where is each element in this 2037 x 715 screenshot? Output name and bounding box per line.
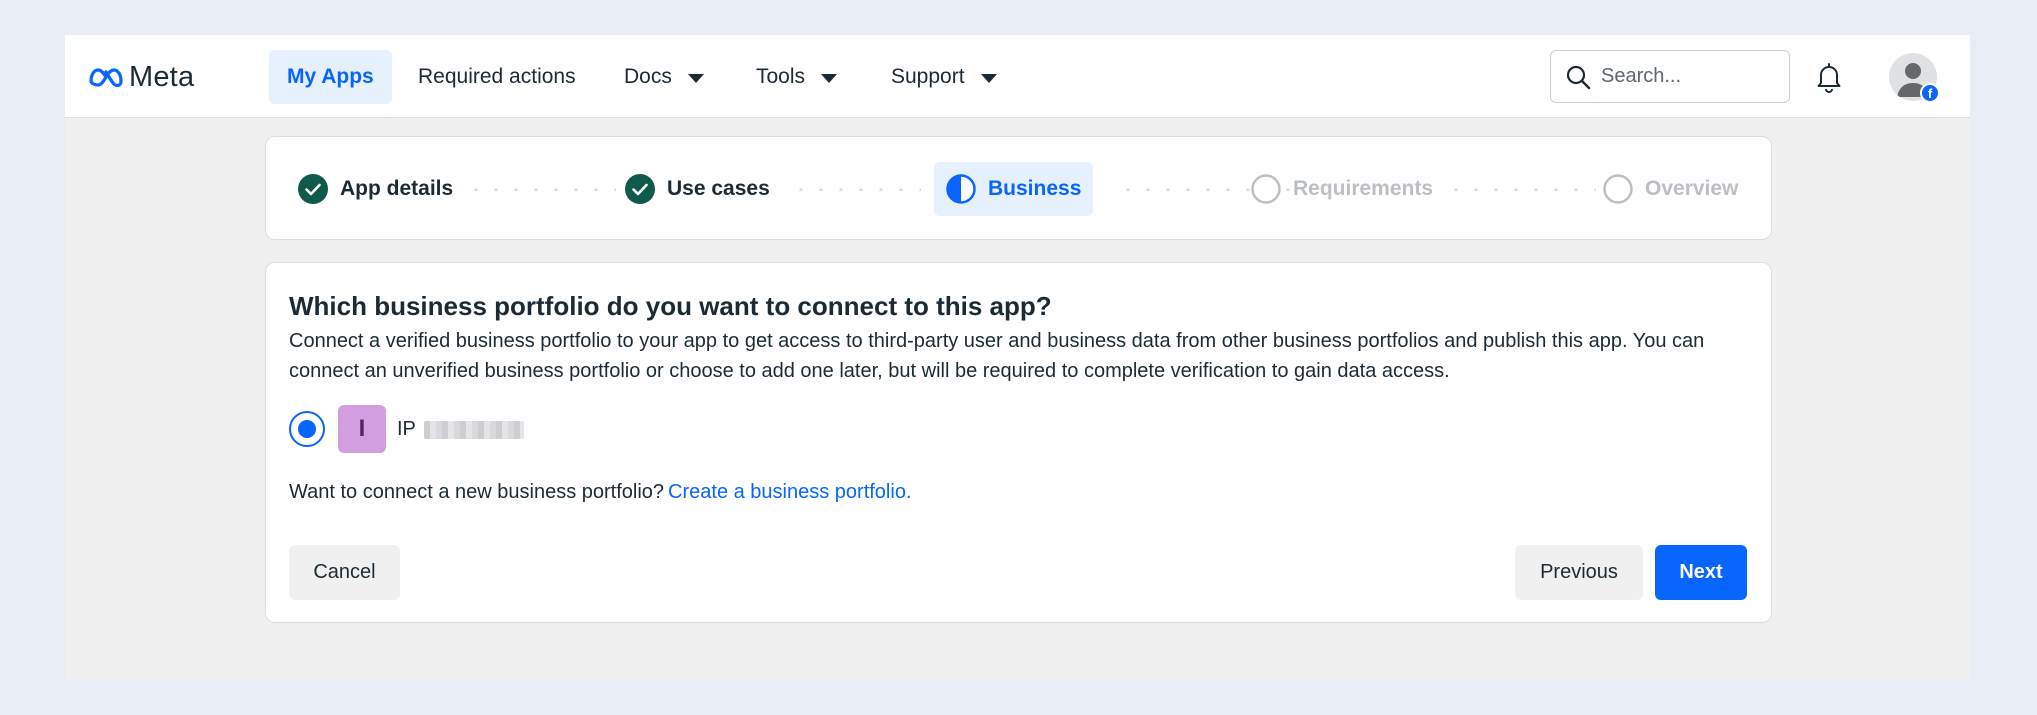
- search-box[interactable]: [1550, 50, 1790, 103]
- business-portfolio-card: Which business portfolio do you want to …: [265, 262, 1772, 623]
- nav-required-actions[interactable]: Required actions: [418, 50, 576, 104]
- step-use-cases[interactable]: Use cases: [625, 169, 770, 209]
- step-connector: [791, 188, 921, 191]
- card-title: Which business portfolio do you want to …: [289, 291, 1052, 321]
- step-label: Overview: [1645, 177, 1739, 200]
- nav-support-label: Support: [891, 65, 965, 88]
- step-label: Requirements: [1293, 177, 1434, 200]
- portfolio-name-prefix: IP: [397, 418, 416, 440]
- nav-docs[interactable]: Docs: [624, 50, 704, 104]
- caret-down-icon: [980, 73, 997, 83]
- nav-tools[interactable]: Tools: [756, 50, 838, 104]
- nav-support[interactable]: Support: [891, 50, 997, 104]
- previous-button[interactable]: Previous: [1515, 545, 1643, 600]
- step-label: App details: [340, 177, 454, 200]
- create-portfolio-link[interactable]: Create a business portfolio.: [668, 481, 911, 503]
- portfolio-avatar: I: [338, 405, 386, 453]
- step-connector: [1446, 188, 1596, 191]
- connect-prompt: Want to connect a new business portfolio…: [289, 481, 665, 503]
- bell-icon[interactable]: [1812, 60, 1846, 94]
- nav-my-apps[interactable]: My Apps: [269, 50, 392, 104]
- caret-down-icon: [821, 73, 838, 83]
- nav-required-actions-label: Required actions: [418, 65, 576, 88]
- next-button[interactable]: Next: [1655, 545, 1747, 600]
- logo-text: Meta: [129, 60, 195, 93]
- nav-my-apps-label: My Apps: [287, 65, 374, 88]
- nav-tools-label: Tools: [756, 65, 806, 88]
- step-label: Use cases: [667, 177, 770, 200]
- step-overview[interactable]: Overview: [1603, 169, 1738, 209]
- cancel-button[interactable]: Cancel: [289, 545, 400, 600]
- connect-prompt-line: Want to connect a new business portfolio…: [289, 481, 912, 504]
- empty-circle-icon: [1603, 174, 1633, 204]
- step-connector: [466, 188, 616, 191]
- card-description: Connect a verified business portfolio to…: [289, 330, 1705, 382]
- meta-infinity-icon: [89, 68, 123, 88]
- portfolio-name[interactable]: IP: [397, 418, 524, 441]
- check-circle-icon: [625, 174, 655, 204]
- step-business[interactable]: Business: [934, 162, 1094, 216]
- caret-down-icon: [687, 73, 704, 83]
- app-window: Meta My Apps Required actions Docs Tools…: [65, 35, 1970, 680]
- step-label: Business: [988, 177, 1082, 200]
- search-input[interactable]: [1601, 65, 1771, 88]
- progress-stepper: App details Use cases Business Requireme…: [265, 136, 1772, 240]
- empty-circle-icon: [1251, 174, 1281, 204]
- portfolio-radio[interactable]: [289, 411, 325, 447]
- top-nav: Meta My Apps Required actions Docs Tools…: [65, 35, 1970, 118]
- step-app-details[interactable]: App details: [298, 169, 453, 209]
- meta-logo[interactable]: Meta: [87, 60, 194, 94]
- step-requirements[interactable]: Requirements: [1251, 169, 1433, 209]
- check-circle-icon: [298, 174, 328, 204]
- half-circle-progress-icon: [946, 174, 976, 204]
- nav-docs-label: Docs: [624, 65, 672, 88]
- search-icon: [1566, 65, 1591, 89]
- redacted-name: [423, 420, 524, 439]
- facebook-badge-icon: f: [1920, 83, 1940, 103]
